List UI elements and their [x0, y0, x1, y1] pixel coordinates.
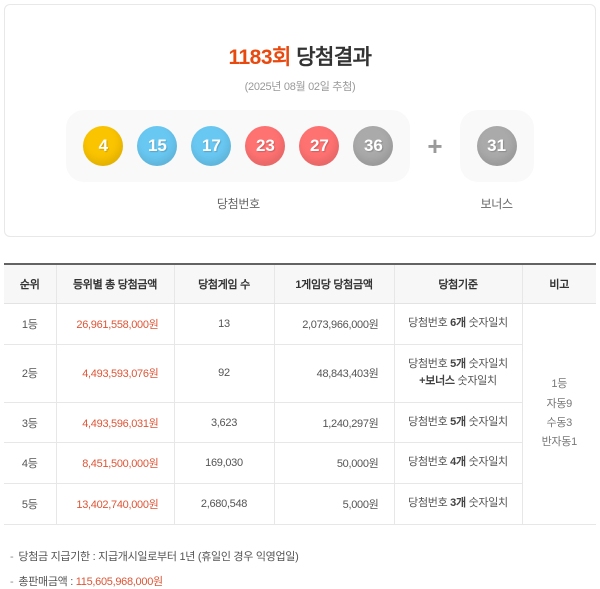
- rank-cell: 3등: [4, 402, 56, 443]
- rank-cell: 4등: [4, 443, 56, 484]
- lotto-ball-27: 27: [299, 126, 339, 166]
- bonus-ball-box: 31: [460, 110, 534, 182]
- lotto-ball-15: 15: [137, 126, 177, 166]
- criteria-cell: 당첨번호 5개 숫자일치+보너스 숫자일치: [394, 344, 522, 402]
- remark-cell: 1등자동9수동3반자동1: [522, 304, 596, 525]
- table-header-row: 순위 등위별 총 당첨금액 당첨게임 수 1게임당 당첨금액 당첨기준 비고: [4, 264, 596, 304]
- col-header-total-prize: 등위별 총 당첨금액: [56, 264, 174, 304]
- prize-per-game-cell: 2,073,966,000원: [274, 304, 394, 345]
- col-header-rank: 순위: [4, 264, 56, 304]
- round-number: 1183회: [228, 46, 290, 69]
- col-header-remark: 비고: [522, 264, 596, 304]
- rank-cell: 1등: [4, 304, 56, 345]
- bonus-label: 보너스: [480, 195, 512, 212]
- winner-count-cell: 169,030: [174, 443, 274, 484]
- balls-row: 4 15 17 23 27 36 당첨번호 + 31 보너스: [5, 110, 595, 212]
- rank-cell: 2등: [4, 344, 56, 402]
- table-row-3등: 3등4,493,596,031원3,6231,240,297원당첨번호 5개 숫…: [4, 402, 596, 443]
- col-header-criteria: 당첨기준: [394, 264, 522, 304]
- prize-per-game-cell: 48,843,403원: [274, 344, 394, 402]
- payment-deadline-note: -당첨금 지급기한 : 지급개시일로부터 1년 (휴일인 경우 익영업일): [10, 548, 590, 564]
- lotto-ball-23: 23: [245, 126, 285, 166]
- rank-cell: 5등: [4, 483, 56, 524]
- winning-numbers-label: 당첨번호: [217, 195, 260, 212]
- winner-count-cell: 2,680,548: [174, 483, 274, 524]
- total-prize-cell: 26,961,558,000원: [56, 304, 174, 345]
- total-prize-cell: 4,493,593,076원: [56, 344, 174, 402]
- winner-count-cell: 92: [174, 344, 274, 402]
- plus-icon: +: [427, 110, 442, 182]
- lotto-ball-4: 4: [83, 126, 123, 166]
- lotto-ball-31: 31: [477, 126, 517, 166]
- result-card: 1183회 당첨결과 (2025년 08월 02일 추첨) 4 15 17 23 27 3…: [4, 4, 596, 237]
- prize-per-game-cell: 5,000원: [274, 483, 394, 524]
- results-table: 순위 등위별 총 당첨금액 당첨게임 수 1게임당 당첨금액 당첨기준 비고 1…: [4, 263, 596, 525]
- winning-balls-group: 4 15 17 23 27 36 당첨번호: [66, 110, 410, 212]
- criteria-cell: 당첨번호 6개 숫자일치: [394, 304, 522, 345]
- criteria-cell: 당첨번호 4개 숫자일치: [394, 443, 522, 484]
- bullet-dash: -: [10, 551, 13, 563]
- total-sales-label: 총판매금액 :: [18, 576, 75, 588]
- total-prize-cell: 13,402,740,000원: [56, 483, 174, 524]
- col-header-winner-count: 당첨게임 수: [174, 264, 274, 304]
- bullet-dash: -: [10, 576, 13, 588]
- col-header-prize-per-game: 1게임당 당첨금액: [274, 264, 394, 304]
- winner-count-cell: 3,623: [174, 402, 274, 443]
- footer-notes: -당첨금 지급기한 : 지급개시일로부터 1년 (휴일인 경우 익영업일) -총…: [10, 548, 590, 589]
- draw-date: (2025년 08월 02일 추첨): [5, 78, 595, 94]
- lotto-ball-36: 36: [353, 126, 393, 166]
- total-sales-note: -총판매금액 : 115,605,968,000원: [10, 573, 590, 589]
- prize-per-game-cell: 1,240,297원: [274, 402, 394, 443]
- table-row-1등: 1등26,961,558,000원132,073,966,000원당첨번호 6개…: [4, 304, 596, 345]
- table-row-5등: 5등13,402,740,000원2,680,5485,000원당첨번호 3개 …: [4, 483, 596, 524]
- table-row-2등: 2등4,493,593,076원9248,843,403원당첨번호 5개 숫자일…: [4, 344, 596, 402]
- prize-per-game-cell: 50,000원: [274, 443, 394, 484]
- total-prize-cell: 8,451,500,000원: [56, 443, 174, 484]
- payment-deadline-text: 당첨금 지급기한 : 지급개시일로부터 1년 (휴일인 경우 익영업일): [18, 551, 298, 563]
- bonus-ball-group: 31 보너스: [460, 110, 534, 212]
- criteria-cell: 당첨번호 3개 숫자일치: [394, 483, 522, 524]
- lotto-ball-17: 17: [191, 126, 231, 166]
- title-suffix: 당첨결과: [291, 46, 372, 69]
- results-table-body: 1등26,961,558,000원132,073,966,000원당첨번호 6개…: [4, 304, 596, 525]
- total-sales-amount: 115,605,968,000원: [76, 576, 163, 588]
- winning-balls-box: 4 15 17 23 27 36: [66, 110, 410, 182]
- winner-count-cell: 13: [174, 304, 274, 345]
- total-prize-cell: 4,493,596,031원: [56, 402, 174, 443]
- page-title: 1183회 당첨결과: [5, 41, 595, 71]
- table-row-4등: 4등8,451,500,000원169,03050,000원당첨번호 4개 숫자…: [4, 443, 596, 484]
- criteria-cell: 당첨번호 5개 숫자일치: [394, 402, 522, 443]
